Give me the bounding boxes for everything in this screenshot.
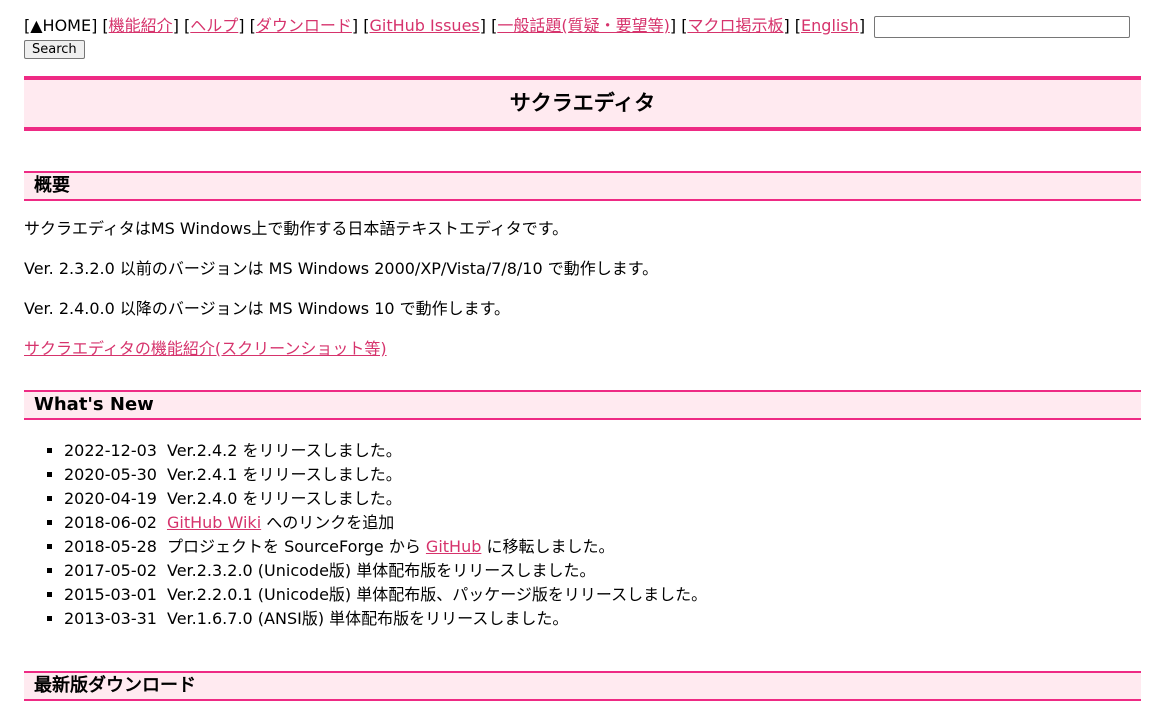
overview-text-2: Ver. 2.3.2.0 以前のバージョンは MS Windows 2000/X… — [24, 259, 659, 278]
news-item: 2020-04-19 Ver.2.4.0 をリリースしました。 — [64, 487, 1140, 511]
news-list: 2022-12-03 Ver.2.4.2 をリリースしました。 2020-05-3… — [24, 439, 1140, 631]
news-item: 2020-05-30 Ver.2.4.1 をリリースしました。 — [64, 463, 1140, 487]
overview-text-3: Ver. 2.4.0.0 以降のバージョンは MS Windows 10 で動作… — [24, 299, 511, 318]
news-text: Ver.2.2.0.1 (Unicode版) 単体配布版、パッケージ版をリリース… — [166, 585, 708, 604]
news-item: 2013-03-31 Ver.1.6.7.0 (ANSI版) 単体配布版をリリース… — [64, 607, 1140, 631]
news-text: Ver.2.3.2.0 (Unicode版) 単体配布版をリリースしました。 — [166, 561, 596, 580]
nav-link-features[interactable]: 機能紹介 — [109, 16, 173, 35]
github-link[interactable]: GitHub — [426, 537, 481, 556]
news-text: Ver.2.4.2 をリリースしました。 — [166, 441, 402, 460]
news-text: Ver.2.4.1 をリリースしました。 — [166, 465, 402, 484]
section-heading-whats-new: What's New — [24, 390, 1141, 420]
news-text: Ver.1.6.7.0 (ANSI版) 単体配布版をリリースしました。 — [166, 609, 569, 628]
page-title: サクラエディタ — [24, 76, 1141, 131]
news-item: 2015-03-01 Ver.2.2.0.1 (Unicode版) 単体配布版、パ… — [64, 583, 1140, 607]
nav-link-forum[interactable]: 一般話題(質疑・要望等) — [497, 16, 670, 35]
nav-link-github-issues[interactable]: GitHub Issues — [370, 16, 480, 35]
page: [▲HOME] [機能紹介] [ヘルプ] [ダウンロード] [GitHub Is… — [0, 0, 1150, 701]
nav-link-help[interactable]: ヘルプ — [190, 16, 238, 35]
news-text: に移転しました。 — [481, 537, 615, 556]
nav-link-macro-board[interactable]: マクロ掲示板 — [687, 16, 783, 35]
top-nav: [▲HOME] [機能紹介] [ヘルプ] [ダウンロード] [GitHub Is… — [24, 14, 1140, 38]
news-text: へのリンクを追加 — [261, 513, 395, 532]
news-date: 2015-03-01 — [64, 585, 157, 604]
search-button[interactable]: Search — [24, 40, 85, 59]
news-date: 2013-03-31 — [64, 609, 157, 628]
news-item: 2017-05-02 Ver.2.3.2.0 (Unicode版) 単体配布版をリ… — [64, 559, 1140, 583]
features-link[interactable]: サクラエディタの機能紹介(スクリーンショット等) — [24, 339, 387, 358]
news-item: 2022-12-03 Ver.2.4.2 をリリースしました。 — [64, 439, 1140, 463]
news-text: Ver.2.4.0 をリリースしました。 — [166, 489, 402, 508]
news-date: 2020-04-19 — [64, 489, 157, 508]
news-date: 2022-12-03 — [64, 441, 157, 460]
news-text-pre: プロジェクトを SourceForge から — [166, 537, 426, 556]
news-date: 2018-06-02 — [64, 513, 157, 532]
search-input[interactable] — [874, 15, 1131, 38]
nav-link-download[interactable]: ダウンロード — [256, 16, 352, 35]
news-item: 2018-05-28プロジェクトを SourceForge から GitHub … — [64, 535, 1140, 559]
news-date: 2017-05-02 — [64, 561, 157, 580]
nav-link-english[interactable]: English — [801, 16, 859, 35]
section-heading-overview: 概要 — [24, 171, 1141, 201]
section-heading-download: 最新版ダウンロード — [24, 671, 1141, 701]
github-wiki-link[interactable]: GitHub Wiki — [167, 513, 261, 532]
news-item: 2018-06-02 GitHub Wiki へのリンクを追加 — [64, 511, 1140, 535]
overview-text-1: サクラエディタはMS Windows上で動作する日本語テキストエディタです。 — [24, 219, 569, 238]
news-date: 2018-05-28 — [64, 537, 157, 556]
home-link[interactable]: [▲HOME] — [24, 16, 97, 35]
news-date: 2020-05-30 — [64, 465, 157, 484]
